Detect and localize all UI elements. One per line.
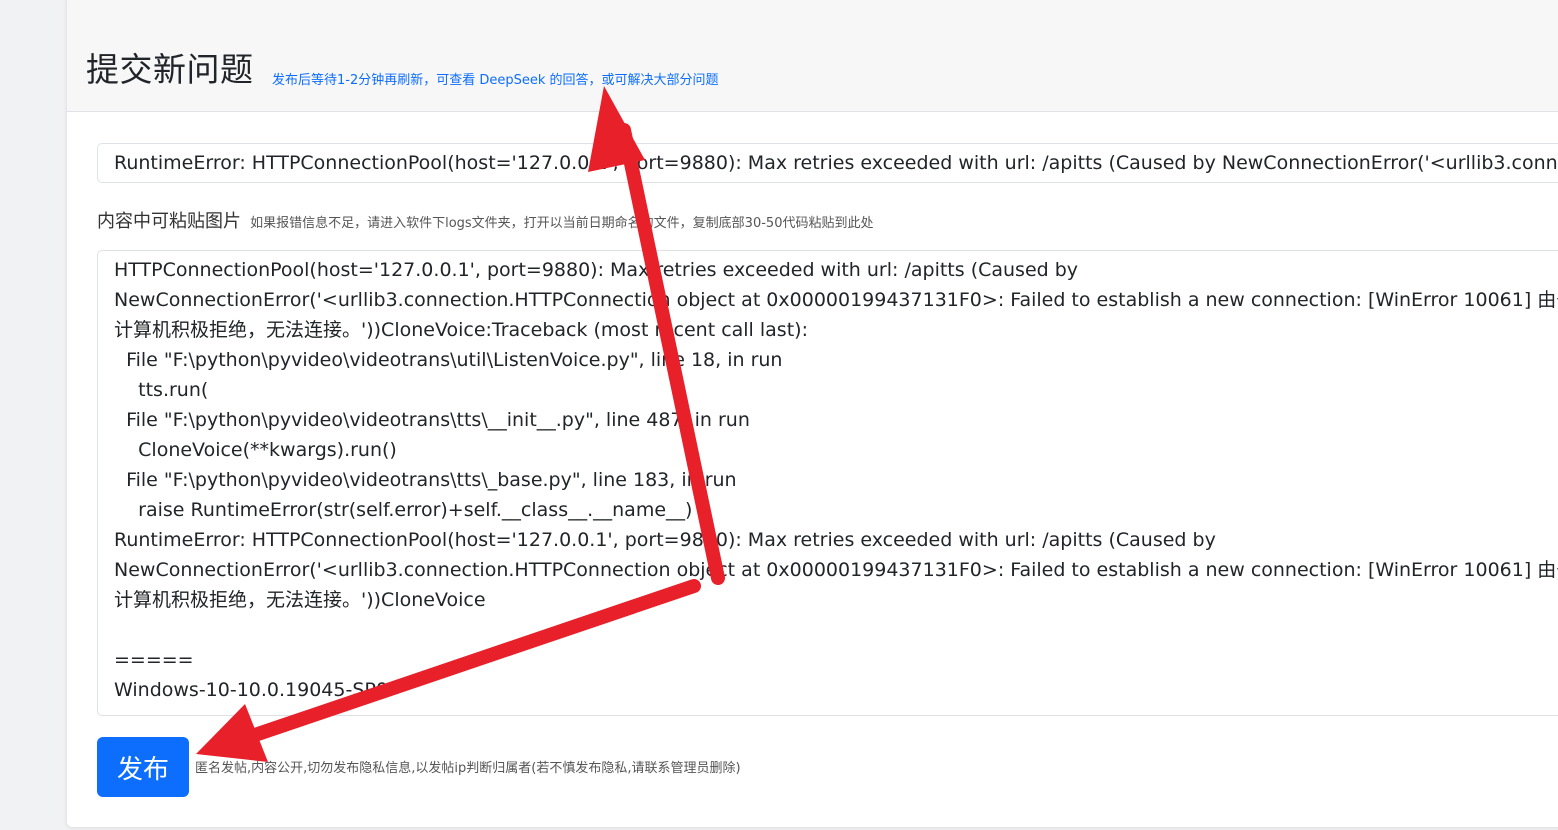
content-line: File "F:\python\pyvideo\videotrans\tts\_…: [114, 409, 750, 431]
content-label: 内容中可粘贴图片 如果报错信息不足，请进入软件下logs文件夹，打开以当前日期命…: [97, 207, 873, 233]
content-line: RuntimeError: HTTPConnectionPool(host='1…: [114, 529, 1216, 551]
content-line: 计算机积极拒绝，无法连接。'))CloneVoice:Traceback (mo…: [114, 319, 808, 341]
issue-title-input[interactable]: RuntimeError: HTTPConnectionPool(host='1…: [97, 143, 1558, 183]
content-line: File "F:\python\pyvideo\videotrans\util\…: [114, 349, 783, 371]
content-line: File "F:\python\pyvideo\videotrans\tts\_…: [114, 469, 737, 491]
deepseek-hint: 发布后等待1-2分钟再刷新，可查看 DeepSeek 的回答，或可解决大部分问题: [272, 73, 719, 88]
content-line: tts.run(: [114, 379, 209, 401]
content-line: NewConnectionError('<urllib3.connection.…: [114, 289, 1558, 311]
content-line: CloneVoice(**kwargs).run(): [114, 439, 397, 461]
content-line: =====: [114, 649, 194, 671]
content-line: [114, 615, 1558, 645]
content-label-hint: 如果报错信息不足，请进入软件下logs文件夹，打开以当前日期命名的文件，复制底部…: [250, 216, 874, 231]
card-header: 提交新问题 发布后等待1-2分钟再刷新，可查看 DeepSeek 的回答，或可解…: [67, 0, 1558, 112]
content-line: raise RuntimeError(str(self.error)+self.…: [114, 499, 693, 521]
page-title: 提交新问题: [86, 50, 254, 89]
new-question-card: 提交新问题 发布后等待1-2分钟再刷新，可查看 DeepSeek 的回答，或可解…: [66, 0, 1558, 828]
content-line: HTTPConnectionPool(host='127.0.0.1', por…: [114, 259, 1079, 281]
content-label-main: 内容中可粘贴图片: [97, 211, 241, 232]
publish-button[interactable]: 发布: [97, 737, 189, 797]
content-editor[interactable]: HTTPConnectionPool(host='127.0.0.1', por…: [97, 250, 1558, 716]
content-line: 计算机积极拒绝，无法连接。'))CloneVoice: [114, 589, 486, 611]
content-line: NewConnectionError('<urllib3.connection.…: [114, 559, 1558, 581]
publish-note: 匿名发帖,内容公开,切勿发布隐私信息,以发帖ip判断归属者(若不慎发布隐私,请联…: [195, 761, 741, 776]
content-line: Windows-10-10.0.19045-SP0: [114, 679, 388, 701]
